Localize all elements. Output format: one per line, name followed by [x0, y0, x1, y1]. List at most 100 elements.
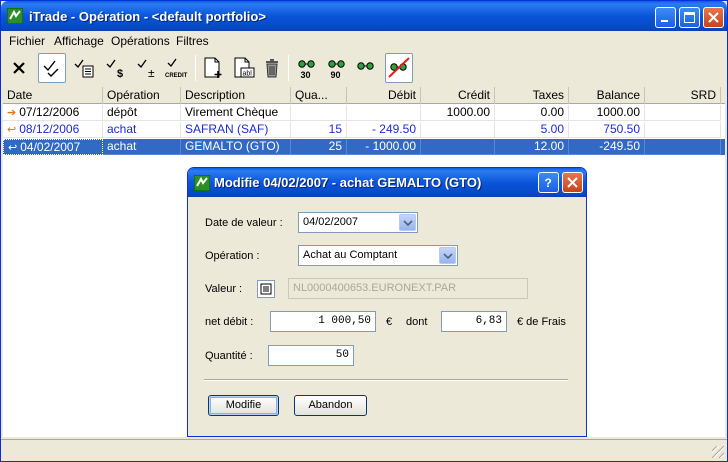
cell-date: ➔ 07/12/2006: [3, 105, 103, 121]
view-all-button[interactable]: [352, 53, 380, 83]
dont-label: dont: [406, 316, 428, 328]
arrow-back-icon: ↩: [7, 124, 17, 136]
cell-srd: [645, 139, 721, 155]
maximize-button[interactable]: [679, 7, 700, 28]
check-list-icon: [74, 59, 94, 78]
cell-date-text: 08/12/2006: [19, 122, 80, 136]
dialog-close-button[interactable]: [562, 172, 583, 193]
arrow-back-icon: ↩: [8, 142, 18, 154]
operation-label: Opération :: [205, 250, 260, 262]
col-credit[interactable]: Crédit: [421, 87, 495, 104]
dialog-title: Modifie 04/02/2007 - achat GEMALTO (GTO): [214, 175, 482, 190]
operation-select[interactable]: Achat au Comptant: [298, 245, 458, 266]
cell-quantity: 25: [291, 139, 347, 155]
view-90-days-button[interactable]: 90: [323, 53, 351, 83]
view-30-days-button[interactable]: 30: [293, 53, 321, 83]
select-valeur-button[interactable]: [257, 280, 275, 298]
menu-fichier[interactable]: Fichier: [9, 34, 45, 48]
quantite-label: Quantité :: [205, 350, 253, 362]
col-balance[interactable]: Balance: [569, 87, 645, 104]
col-operation[interactable]: Opération: [103, 87, 181, 104]
frais-field[interactable]: 6,83: [441, 311, 507, 332]
operation-dropdown-button[interactable]: [439, 247, 456, 264]
cell-taxes: 5.00: [495, 122, 569, 138]
cell-balance: 750.50: [569, 122, 645, 138]
svg-text:90: 90: [331, 70, 341, 80]
date-dropdown-button[interactable]: [399, 214, 416, 231]
cell-description: GEMALTO (GTO): [181, 139, 291, 155]
help-button[interactable]: ?: [538, 172, 559, 193]
glasses-30-icon: 30: [298, 60, 315, 80]
svg-text:±: ±: [148, 66, 155, 79]
check-plusminus-icon: ±: [137, 59, 155, 79]
cancel-button[interactable]: Abandon: [294, 395, 367, 416]
filter-credit-button[interactable]: CREDIT: [163, 53, 191, 83]
valeur-label: Valeur :: [205, 283, 243, 295]
cell-date: ↩ 08/12/2006: [3, 122, 103, 138]
col-srd[interactable]: SRD: [645, 87, 721, 104]
cell-operation: achat: [103, 139, 181, 155]
view-off-button[interactable]: [385, 53, 413, 83]
glasses-icon: [357, 62, 374, 70]
operation-value: Achat au Comptant: [303, 249, 398, 261]
filter-money-button[interactable]: $: [103, 53, 131, 83]
menu-operations[interactable]: Opérations: [111, 34, 170, 48]
col-quantity[interactable]: Qua...: [291, 87, 347, 104]
minimize-button[interactable]: [655, 7, 676, 28]
list-icon: [260, 283, 272, 295]
close-button[interactable]: [703, 7, 724, 28]
menu-affichage[interactable]: Affichage: [54, 34, 104, 48]
date-label: Date de valeur :: [205, 217, 283, 229]
valeur-field: NL0000400653.EURONEXT.PAR: [288, 278, 528, 299]
edit-operation-button[interactable]: abl: [230, 53, 258, 83]
cell-debit: - 1000.00: [347, 139, 421, 155]
cell-description: SAFRAN (SAF): [181, 122, 291, 138]
cell-taxes: 0.00: [495, 105, 569, 121]
cell-balance: 1000.00: [569, 105, 645, 121]
toolbar-separator: [288, 55, 289, 81]
dialog-title-bar[interactable]: Modifie 04/02/2007 - achat GEMALTO (GTO)…: [188, 168, 586, 197]
glasses-90-icon: 90: [328, 60, 345, 80]
cell-debit: - 249.50: [347, 122, 421, 138]
check-dollar-icon: $: [106, 59, 123, 79]
euro-symbol: €: [386, 316, 393, 328]
filter-all-button[interactable]: [38, 53, 66, 83]
glasses-off-icon: [388, 57, 410, 78]
close-filter-button[interactable]: [5, 53, 33, 83]
date-select[interactable]: 04/02/2007: [298, 212, 418, 233]
status-bar: [1, 439, 727, 461]
table-row[interactable]: ↩ 08/12/2006 achat SAFRAN (SAF) 15 - 249.…: [3, 122, 725, 138]
x-icon: [13, 62, 25, 74]
cell-srd: [645, 105, 721, 121]
cell-quantity: [291, 105, 347, 121]
resize-grip[interactable]: [712, 446, 724, 458]
chevron-down-icon: [443, 253, 453, 259]
new-operation-button[interactable]: [199, 53, 227, 83]
trash-icon: [266, 59, 278, 78]
check-icon: [43, 60, 59, 77]
arrow-right-icon: ➔: [7, 107, 17, 119]
modify-button[interactable]: Modifie: [208, 395, 279, 416]
cell-balance: -249.50: [569, 139, 645, 155]
delete-operation-button[interactable]: [258, 53, 286, 83]
menu-filtres[interactable]: Filtres: [176, 34, 209, 48]
minimize-icon: [661, 20, 668, 22]
dialog-divider: [204, 379, 568, 381]
col-date[interactable]: Date: [3, 87, 103, 104]
frais-label: € de Frais: [517, 316, 566, 328]
table-row-selected[interactable]: ↩ 04/02/2007 achat GEMALTO (GTO) 25 - 100…: [3, 139, 725, 155]
net-debit-field[interactable]: 1 000,50: [270, 311, 376, 332]
svg-text:$: $: [117, 68, 123, 79]
cell-date-text: 04/02/2007: [20, 140, 81, 154]
col-description[interactable]: Description: [181, 87, 291, 104]
filter-plusminus-button[interactable]: ±: [134, 53, 162, 83]
cell-operation: achat: [103, 122, 181, 138]
table-row[interactable]: ➔ 07/12/2006 dépôt Virement Chèque 1000.0…: [3, 105, 725, 121]
title-bar[interactable]: iTrade - Opération - <default portfolio>: [1, 1, 727, 31]
chevron-down-icon: [403, 220, 413, 226]
quantite-field[interactable]: 50: [268, 345, 354, 366]
col-taxes[interactable]: Taxes: [495, 87, 569, 104]
filter-list-button[interactable]: [71, 53, 99, 83]
cell-debit: [347, 105, 421, 121]
col-debit[interactable]: Débit: [347, 87, 421, 104]
